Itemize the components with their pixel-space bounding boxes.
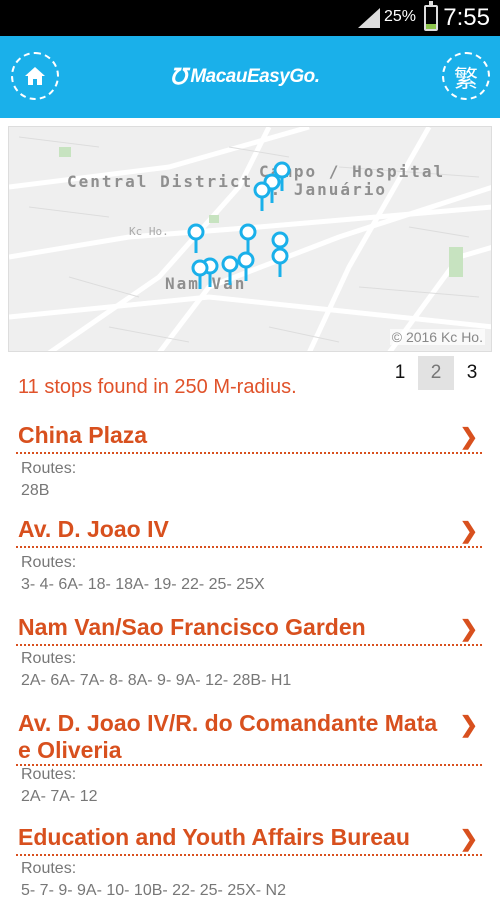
divider bbox=[16, 644, 482, 646]
battery-percent: 25% bbox=[383, 8, 416, 25]
stop-name[interactable]: China Plaza bbox=[18, 422, 448, 449]
routes-label: Routes: bbox=[21, 860, 77, 877]
results-summary: 11 stops found in 250 M-radius. bbox=[18, 376, 297, 398]
map-label-central: Central District bbox=[67, 172, 254, 191]
pagination: 1 2 3 bbox=[382, 356, 490, 390]
app-logo: ℧ MacauEasyGo. bbox=[170, 62, 338, 92]
home-icon bbox=[25, 67, 45, 85]
routes-list: 2A- 7A- 12 bbox=[21, 788, 98, 805]
stop-name[interactable]: Education and Youth Affairs Bureau bbox=[18, 824, 458, 851]
divider bbox=[16, 854, 482, 856]
routes-label: Routes: bbox=[21, 554, 77, 571]
routes-list: 28B bbox=[21, 482, 50, 499]
status-bar: 25% 7:55 bbox=[0, 0, 500, 36]
page-3-button[interactable]: 3 bbox=[454, 356, 490, 390]
stop-name[interactable]: Av. D. Joao IV bbox=[18, 516, 448, 543]
logo-mark-icon: ℧ bbox=[170, 64, 187, 89]
page-1-button[interactable]: 1 bbox=[382, 356, 418, 390]
map-pin-icon[interactable] bbox=[271, 247, 289, 277]
map-label-campo: Campo / Hospital S. Januário bbox=[259, 162, 446, 199]
battery-icon bbox=[424, 1, 438, 31]
routes-list: 2A- 6A- 7A- 8- 8A- 9- 9A- 12- 28B- H1 bbox=[21, 672, 292, 689]
chevron-right-icon[interactable]: ❯ bbox=[460, 424, 478, 450]
app-header: ℧ MacauEasyGo. 繁 bbox=[0, 36, 500, 118]
map-pin-icon[interactable] bbox=[191, 259, 209, 289]
chevron-right-icon[interactable]: ❯ bbox=[460, 826, 478, 852]
map-pin-icon[interactable] bbox=[187, 223, 205, 253]
home-button[interactable] bbox=[11, 52, 59, 100]
divider bbox=[16, 546, 482, 548]
chevron-right-icon[interactable]: ❯ bbox=[460, 616, 478, 642]
map-watermark: Kc Ho. bbox=[129, 225, 169, 238]
routes-label: Routes: bbox=[21, 460, 77, 477]
divider bbox=[16, 764, 482, 766]
stop-name[interactable]: Av. D. Joao IV/R. do Comandante Mata e O… bbox=[18, 710, 438, 764]
chevron-right-icon[interactable]: ❯ bbox=[460, 712, 478, 738]
map-pin-icon[interactable] bbox=[237, 251, 255, 281]
map-pin-icon[interactable] bbox=[239, 223, 257, 253]
map-copyright: © 2016 Kc Ho. bbox=[389, 329, 485, 345]
map-pin-icon[interactable] bbox=[221, 255, 239, 285]
routes-list: 3- 4- 6A- 18- 18A- 19- 22- 25- 25X bbox=[21, 576, 265, 593]
map-view[interactable]: Central District Campo / Hospital S. Jan… bbox=[8, 126, 492, 352]
routes-label: Routes: bbox=[21, 766, 77, 783]
signal-icon bbox=[358, 8, 380, 28]
routes-label: Routes: bbox=[21, 650, 77, 667]
map-pin-icon[interactable] bbox=[253, 181, 271, 211]
page-2-button[interactable]: 2 bbox=[418, 356, 454, 390]
language-toggle-button[interactable]: 繁 bbox=[442, 52, 490, 100]
clock: 7:55 bbox=[443, 4, 490, 31]
divider bbox=[16, 452, 482, 454]
routes-list: 5- 7- 9- 9A- 10- 10B- 22- 25- 25X- N2 bbox=[21, 882, 287, 899]
chevron-right-icon[interactable]: ❯ bbox=[460, 518, 478, 544]
stop-name[interactable]: Nam Van/Sao Francisco Garden bbox=[18, 614, 448, 641]
logo-text: MacauEasyGo. bbox=[190, 66, 320, 87]
